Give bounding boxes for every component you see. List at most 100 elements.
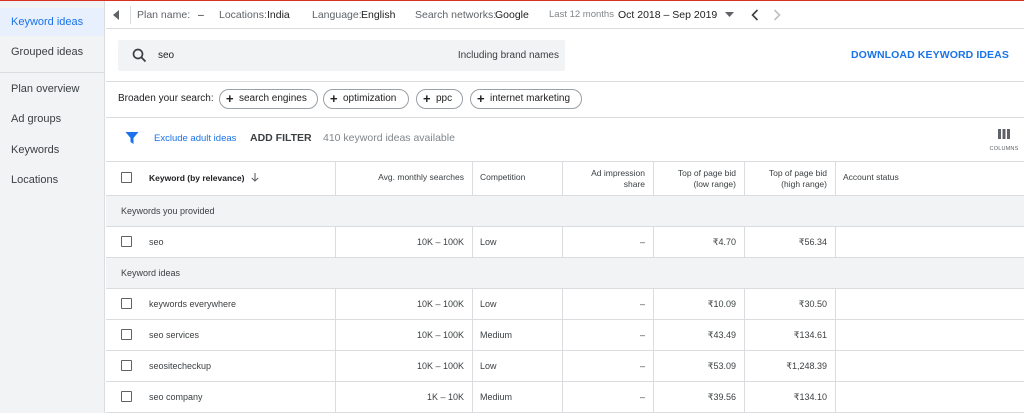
- chip-label: internet marketing: [490, 93, 571, 104]
- impression-share-cell: –: [563, 382, 654, 412]
- row-checkbox[interactable]: [121, 329, 132, 340]
- select-all-checkbox[interactable]: [121, 172, 132, 183]
- header-line: (high range): [781, 179, 827, 189]
- keyword-text: seo company: [149, 392, 203, 402]
- header-line: Ad impression: [591, 168, 645, 178]
- broaden-search-label: Broaden your search:: [118, 93, 214, 104]
- chip-label: optimization: [343, 93, 397, 104]
- collapse-sidebar-button[interactable]: [112, 1, 126, 29]
- keyword-search-box[interactable]: seo Including brand names: [118, 40, 565, 71]
- avg-searches-cell: 1K – 10K: [336, 382, 473, 412]
- account-status-cell: [836, 289, 1024, 319]
- avg-monthly-searches-header[interactable]: Avg. monthly searches: [336, 162, 473, 195]
- avg-searches-cell: 10K – 100K: [336, 320, 473, 350]
- divider: [106, 81, 1024, 82]
- locations-value[interactable]: India: [267, 1, 290, 29]
- brand-names-toggle[interactable]: Including brand names: [458, 40, 559, 71]
- sidebar-item-plan-overview[interactable]: Plan overview: [0, 75, 104, 103]
- ad-impression-share-header[interactable]: Ad impression share: [563, 162, 654, 195]
- search-networks-label: Search networks:: [415, 9, 497, 21]
- account-status-header[interactable]: Account status: [836, 162, 1024, 195]
- columns-icon: [998, 129, 1010, 139]
- add-filter-button[interactable]: ADD FILTER: [250, 132, 312, 144]
- competition-cell: Medium: [473, 320, 563, 350]
- impression-share-cell: –: [563, 320, 654, 350]
- sidebar-divider: [0, 72, 104, 73]
- sidebar-item-keyword-ideas[interactable]: Keyword ideas: [0, 8, 104, 36]
- plus-icon: +: [226, 91, 234, 106]
- row-checkbox[interactable]: [121, 298, 132, 309]
- sidebar-item-keywords[interactable]: Keywords: [0, 136, 104, 164]
- header-line: (low range): [693, 179, 736, 189]
- search-networks-value[interactable]: Google: [495, 1, 529, 29]
- table-row: seo company 1K – 10K Medium – ₹39.56 ₹13…: [106, 382, 1024, 413]
- previous-period-button[interactable]: [751, 1, 759, 32]
- account-status-cell: [836, 320, 1024, 350]
- sort-by-keyword-header[interactable]: Keyword (by relevance): [149, 162, 259, 195]
- chip-label: search engines: [239, 93, 307, 104]
- plan-settings-bar: Plan name: – Locations: India Language: …: [106, 1, 1024, 29]
- chevron-right-icon: [773, 9, 781, 21]
- table-row: seositecheckup 10K – 100K Low – ₹53.09 ₹…: [106, 351, 1024, 382]
- date-range-value[interactable]: Oct 2018 – Sep 2019: [618, 1, 717, 29]
- plan-name-label: Plan name:: [137, 9, 191, 21]
- competition-cell: Low: [473, 289, 563, 319]
- keyword-cell: seo company: [106, 382, 336, 412]
- date-range-dropdown[interactable]: [725, 1, 734, 29]
- plan-name-value[interactable]: –: [198, 1, 204, 29]
- columns-button[interactable]: COLUMNS: [986, 124, 1022, 156]
- bid-high-cell: ₹56.34: [745, 227, 836, 257]
- broaden-chip-search-engines[interactable]: + search engines: [219, 89, 318, 109]
- competition-cell: Medium: [473, 382, 563, 412]
- impression-share-cell: –: [563, 289, 654, 319]
- table-header-row: Keyword (by relevance) Avg. monthly sear…: [106, 161, 1024, 196]
- competition-cell: Low: [473, 351, 563, 381]
- sidebar-item-grouped-ideas[interactable]: Grouped ideas: [0, 38, 104, 66]
- chevron-left-icon: [751, 9, 759, 21]
- sidebar: Keyword ideas Grouped ideas Plan overvie…: [0, 1, 105, 413]
- broaden-chip-optimization[interactable]: + optimization: [323, 89, 409, 109]
- download-keyword-ideas-button[interactable]: DOWNLOAD KEYWORD IDEAS: [851, 49, 1009, 61]
- bid-low-range-header[interactable]: Top of page bid (low range): [654, 162, 745, 195]
- section-title: Keywords you provided: [121, 206, 215, 216]
- filter-icon[interactable]: [125, 131, 139, 145]
- next-period-button[interactable]: [773, 1, 781, 32]
- language-label: Language:: [312, 9, 362, 21]
- account-status-cell: [836, 351, 1024, 381]
- section-title: Keyword ideas: [121, 268, 181, 278]
- keyword-column-header: Keyword (by relevance): [106, 162, 336, 195]
- broaden-chip-internet-marketing[interactable]: + internet marketing: [470, 89, 582, 109]
- broaden-chip-ppc[interactable]: + ppc: [416, 89, 463, 109]
- keyword-text: seositecheckup: [149, 361, 212, 371]
- caret-left-icon: [113, 10, 119, 20]
- avg-searches-cell: 10K – 100K: [336, 351, 473, 381]
- row-checkbox[interactable]: [121, 360, 132, 371]
- topbar-divider: [130, 6, 131, 24]
- keyword-cell: seositecheckup: [106, 351, 336, 381]
- exclude-adult-ideas-filter[interactable]: Exclude adult ideas: [154, 133, 236, 144]
- bid-high-range-header[interactable]: Top of page bid (high range): [745, 162, 836, 195]
- search-query[interactable]: seo: [158, 40, 174, 71]
- language-value[interactable]: English: [361, 1, 395, 29]
- row-checkbox[interactable]: [121, 236, 132, 247]
- bid-low-cell: ₹4.70: [654, 227, 745, 257]
- table-row: keywords everywhere 10K – 100K Low – ₹10…: [106, 289, 1024, 320]
- keyword-text: keywords everywhere: [149, 299, 237, 309]
- table-row: seo services 10K – 100K Medium – ₹43.49 …: [106, 320, 1024, 351]
- account-status-cell: [836, 382, 1024, 412]
- bid-low-cell: ₹53.09: [654, 351, 745, 381]
- competition-header[interactable]: Competition: [473, 162, 563, 195]
- plus-icon: +: [423, 91, 431, 106]
- keyword-cell: seo: [106, 227, 336, 257]
- header-line: Top of page bid: [677, 168, 736, 178]
- bid-low-cell: ₹43.49: [654, 320, 745, 350]
- arrow-down-icon: [251, 173, 259, 182]
- row-checkbox[interactable]: [121, 391, 132, 402]
- sidebar-item-ad-groups[interactable]: Ad groups: [0, 105, 104, 133]
- chip-label: ppc: [436, 93, 453, 104]
- bid-low-cell: ₹39.56: [654, 382, 745, 412]
- avg-searches-cell: 10K – 100K: [336, 289, 473, 319]
- sidebar-item-locations[interactable]: Locations: [0, 166, 104, 194]
- columns-label: COLUMNS: [989, 146, 1019, 152]
- impression-share-cell: –: [563, 227, 654, 257]
